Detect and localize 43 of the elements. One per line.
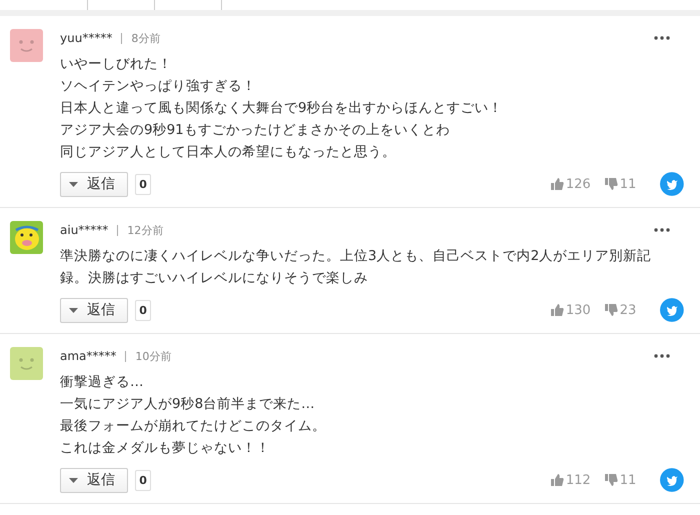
timestamp: 8分前 [131,30,160,46]
dislike-count: 11 [620,472,636,488]
bird-share-icon[interactable] [660,297,684,323]
dislike-count: 23 [620,302,636,318]
thumbs-up-icon[interactable] [550,304,564,316]
username[interactable]: aiu***** [60,223,108,237]
username[interactable]: ama***** [60,349,116,363]
username[interactable]: yuu***** [60,31,112,45]
comment-text: これは金メダルも夢じゃない！！ [60,439,271,458]
thumbs-up-icon[interactable] [550,178,564,190]
reply-count: 0 [135,300,151,320]
comment-text: 最後フォームが崩れてたけどこのタイム。 [60,417,327,436]
like-count: 130 [566,302,591,318]
comment-text: いやーしびれた！ [60,55,173,74]
thumbs-down-icon[interactable] [604,178,618,190]
thumbs-up-icon[interactable] [550,474,564,486]
bird-share-icon[interactable] [660,171,684,197]
comment-text: 衝撃過ぎる… [60,373,144,392]
caret-icon [69,182,78,186]
like-count: 112 [566,472,591,488]
more-options-icon[interactable] [654,36,670,40]
reply-button[interactable]: 返信 [60,468,128,492]
caret-icon [69,478,78,482]
reply-count: 0 [135,174,151,194]
more-options-icon[interactable] [654,354,670,358]
bird-share-icon[interactable] [660,467,684,493]
thumbs-down-icon[interactable] [604,474,618,486]
reply-count: 0 [135,470,151,490]
caret-icon [69,308,78,312]
comment-text: アジア大会の9秒91もすごかったけどまさかその上をいくとわ [60,121,451,140]
comment-text: 一気にアジア人が9秒8台前半まで来た… [60,395,316,414]
comment-text: 日本人と違って風も関係なく大舞台で9秒台を出すからほんとすごい！ [60,99,504,118]
more-options-icon[interactable] [654,228,670,232]
timestamp: 12分前 [127,222,164,238]
comment-text: ソヘイテンやっぱり強すぎる！ [60,77,257,96]
reply-button[interactable]: 返信 [60,298,128,322]
like-count: 126 [566,176,591,192]
comment-text: 同じアジア人として日本人の希望にもなったと思う。 [60,143,397,162]
comment-text: 準決勝なのに凄くハイレベルな争いだった。上位3人とも、自己ベストで内2人がエリア別新記録。決勝はすごいハイレベルになりそうで楽しみ [60,247,652,288]
thumbs-down-icon[interactable] [604,304,618,316]
timestamp: 10分前 [135,348,172,364]
dislike-count: 11 [620,176,636,192]
reply-button[interactable]: 返信 [60,172,128,196]
